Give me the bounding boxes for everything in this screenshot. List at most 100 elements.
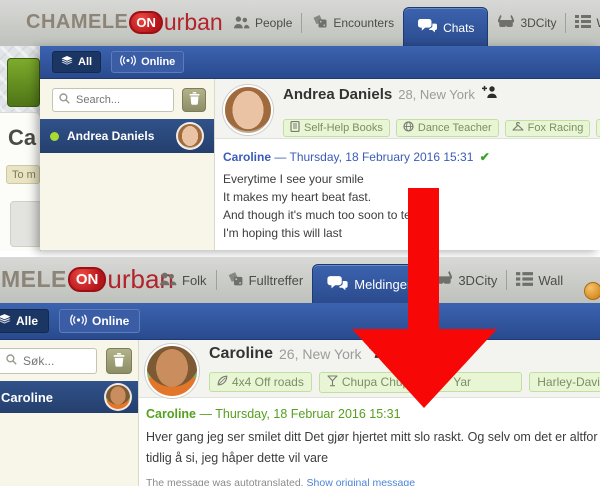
main-nav: Folk Fulltreffer Meldinger 3DCity	[150, 257, 572, 303]
filter-online-button[interactable]: Online	[59, 309, 140, 333]
main-nav: People Encounters Chats 3DCity	[224, 0, 600, 46]
filter-label: Alle	[16, 314, 38, 328]
message-timestamp: Thursday, 18 February 2016 15:31	[289, 150, 473, 164]
broadcast-icon	[70, 314, 87, 329]
globe-icon	[403, 121, 414, 135]
window-body: Caroline Caroline 26, New York	[0, 340, 600, 486]
logo-text-gray: CHAMELE	[26, 11, 128, 34]
tab-meldinger[interactable]: Meldinger	[312, 264, 425, 304]
message-author[interactable]: Caroline	[146, 407, 196, 421]
filter-online-button[interactable]: Online	[111, 51, 184, 73]
filter-all-button[interactable]: Alle	[0, 309, 49, 333]
tag-pill[interactable]: Dance Teacher	[396, 119, 499, 137]
tab-3dcity[interactable]: 3DCity	[488, 0, 565, 46]
app-header: MELE ON urban Folk Fulltreffer Meldinger	[0, 257, 600, 304]
tab-people[interactable]: People	[224, 0, 301, 46]
search-row	[0, 340, 138, 374]
message-line: I'm hoping this will last	[223, 224, 600, 242]
message-line: Everytime I see your smile	[223, 170, 600, 188]
message-header: Caroline — Thursday, 18 February 2016 15…	[223, 150, 600, 164]
tab-wall[interactable]: Wall	[507, 257, 572, 303]
chat-pane: Andrea Daniels 28, New York Self-Help Bo…	[215, 79, 600, 250]
background-card-heading: Ca	[0, 113, 40, 151]
message-line: And though it's much too soon to tell,	[223, 206, 600, 224]
layers-icon	[0, 314, 11, 328]
tab-wall[interactable]: Wall	[566, 0, 600, 46]
trash-button[interactable]	[182, 88, 206, 112]
logo-on-badge: ON	[129, 11, 163, 34]
chat-bubbles-icon	[417, 18, 438, 37]
filter-label: Online	[141, 56, 175, 68]
autotranslate-note: The message was autotranslated. Show ori…	[146, 477, 600, 486]
profile-info: Caroline 26, New York 4x4 Off roads	[209, 344, 600, 397]
tab-label: Wall	[538, 273, 563, 288]
3d-glasses-icon	[497, 15, 515, 32]
search-row	[40, 79, 214, 112]
profile-avatar[interactable]	[223, 85, 273, 135]
contacts-sidebar: Andrea Daniels	[40, 79, 215, 250]
contacts-sidebar: Caroline	[0, 340, 139, 486]
tab-label: People	[255, 16, 292, 30]
coin-icon[interactable]	[584, 282, 600, 300]
tab-3dcity[interactable]: 3DCity	[425, 257, 506, 303]
screenshot-norwegian: MELE ON urban Folk Fulltreffer Meldinger	[0, 257, 600, 486]
trash-button[interactable]	[106, 348, 132, 374]
profile-info: Andrea Daniels 28, New York Self-Help Bo…	[283, 85, 600, 138]
chat-pane: Caroline 26, New York 4x4 Off roads	[139, 340, 600, 486]
3d-glasses-icon	[434, 271, 453, 289]
message-author[interactable]: Caroline	[223, 150, 271, 164]
tag-pill[interactable]: Chupa Chups	[319, 372, 423, 393]
check-icon: ✔	[480, 150, 490, 164]
tab-chats[interactable]: Chats	[403, 7, 488, 47]
message-line: It makes my heart beat fast.	[223, 188, 600, 206]
people-icon	[159, 271, 177, 289]
wall-list-icon	[575, 15, 591, 31]
contact-row-andrea[interactable]: Andrea Daniels	[40, 119, 214, 153]
contact-row-caroline[interactable]: Caroline	[0, 381, 138, 413]
search-icon	[6, 352, 17, 370]
add-contact-icon[interactable]	[369, 344, 386, 363]
show-original-link[interactable]: Show original message	[307, 477, 416, 486]
profile-name-row: Andrea Daniels 28, New York	[283, 85, 600, 103]
screenshot-english: CHAMELE ON urban People Encounters Chats	[0, 0, 600, 257]
tag-pill[interactable]: Yar	[430, 372, 522, 392]
filter-all-button[interactable]: All	[52, 51, 101, 73]
chameleon-logo[interactable]: CHAMELE ON urban	[26, 9, 223, 36]
tab-label: Wall	[596, 16, 600, 30]
background-green-button[interactable]	[7, 58, 40, 107]
chameleon-logo[interactable]: MELE ON urban	[1, 264, 174, 295]
tab-encounters[interactable]: Encounters	[302, 0, 403, 46]
tab-folk[interactable]: Folk	[150, 257, 216, 303]
online-dot	[50, 132, 59, 141]
logo-text-red: urban	[164, 9, 223, 36]
tab-fulltreffer[interactable]: Fulltreffer	[217, 257, 313, 303]
chat-window: Alle Online	[0, 303, 600, 486]
search-box	[52, 88, 174, 112]
profile-meta: 28, New York	[398, 87, 475, 102]
add-contact-icon[interactable]	[482, 85, 498, 103]
tab-label: Encounters	[333, 16, 394, 30]
profile-avatar[interactable]	[145, 344, 199, 398]
message-block: Caroline — Thursday, 18 Februar 2016 15:…	[139, 398, 600, 486]
tab-label: Folk	[182, 273, 207, 288]
broadcast-icon	[120, 55, 136, 69]
tag-pill[interactable]: Self-Help Books	[283, 119, 390, 137]
tag-pill[interactable]: 4x4 Off roads	[209, 372, 312, 392]
search-input[interactable]	[21, 353, 90, 369]
message-header: Caroline — Thursday, 18 Februar 2016 15:…	[146, 407, 600, 421]
search-input[interactable]	[74, 93, 167, 107]
profile-name: Caroline	[209, 345, 273, 363]
dice-icon	[311, 14, 328, 32]
background-card-pill[interactable]: To m	[6, 165, 40, 184]
tag-pill[interactable]: Graffiti	[596, 119, 600, 137]
tag-pill[interactable]: Harley-Davidso...	[529, 372, 600, 392]
profile-header: Caroline 26, New York 4x4 Off roads	[139, 340, 600, 398]
search-icon	[59, 91, 70, 109]
interest-tags: Self-Help Books Dance Teacher Fox Racing	[283, 107, 600, 149]
chat-bubbles-icon	[326, 275, 349, 295]
tab-label: Chats	[443, 21, 474, 35]
logo-text-gray: MELE	[1, 266, 67, 293]
contact-avatar	[104, 383, 132, 411]
tag-pill[interactable]: Fox Racing	[505, 120, 591, 137]
chat-window: All Online	[40, 46, 600, 250]
